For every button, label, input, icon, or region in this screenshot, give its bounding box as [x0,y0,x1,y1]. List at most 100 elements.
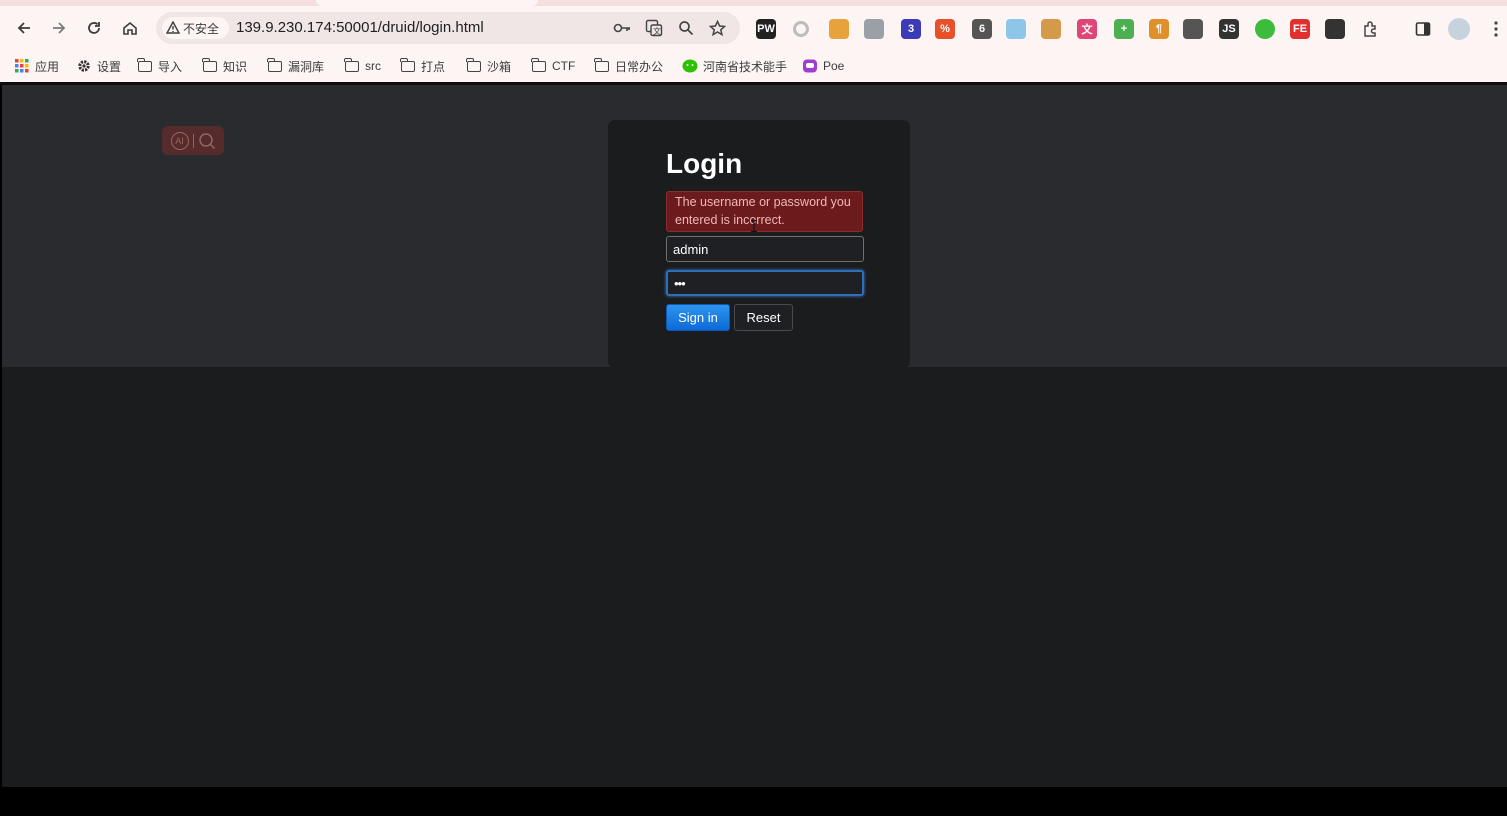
bookmark-label: CTF [552,59,576,73]
zoom-icon[interactable] [676,18,696,38]
pwdown-extension-icon[interactable]: PW [756,19,776,39]
back-button[interactable] [10,14,38,42]
bookmark-knowledge[interactable]: 知识 [202,57,247,75]
cookie-extension-icon[interactable] [1041,19,1061,39]
bookmark-label: 河南省技术能手 [703,59,788,74]
percent-extension-icon[interactable]: % [935,19,955,39]
js-extension-label: JS [1222,23,1236,35]
page-content: AI Login The username or password you en… [2,85,1507,787]
shield-3-extension-label: 3 [907,23,915,35]
cup-extension-icon[interactable] [1006,19,1026,39]
plus-green-extension-label: + [1120,23,1128,35]
gear-icon [76,59,92,73]
paragraph-extension-label: ¶ [1155,23,1163,35]
password-input[interactable]: ••• [666,270,864,296]
folder-icon [531,57,547,73]
pwdown-extension-label: PW [757,23,775,35]
poe-icon [802,59,818,73]
folder-icon [267,57,283,73]
search-icon[interactable] [198,132,216,150]
bookmark-src[interactable]: src [344,57,381,75]
bookmark-label: 打点 [421,59,446,74]
bookmark-label: Poe [823,59,845,73]
bookmark-vuln-lib[interactable]: 漏洞库 [267,57,324,75]
arrow-left-icon [17,22,30,34]
username-input[interactable]: admin [666,236,864,262]
reload-button[interactable] [80,14,108,42]
widget-separator [192,133,194,148]
login-title: Login [666,148,743,179]
translate-x-extension-icon[interactable]: 文 [1077,19,1097,39]
bookmark-ctf[interactable]: CTF [531,57,575,75]
ai-icon[interactable]: AI [170,131,189,150]
puzzle-orange-extension-icon[interactable] [829,19,849,39]
circle-extension-icon[interactable] [793,21,809,37]
error-alert: The username or password you entered is … [666,191,863,232]
percent-extension-label: % [940,23,950,35]
forward-button[interactable] [45,14,73,42]
more-menu-icon[interactable] [1486,19,1506,39]
url-text[interactable]: 139.9.230.174:50001/druid/login.html [236,19,484,36]
login-card: Login The username or password you enter… [608,120,910,368]
folder-icon [400,57,416,73]
wechat-icon [682,59,698,73]
bookmark-label: 导入 [158,59,183,74]
folder-icon [594,57,610,73]
bookmark-label: 知识 [223,59,248,74]
s6-extension-icon[interactable]: 6 [972,19,992,39]
bookmark-label: 沙箱 [487,59,512,74]
bookmark-poe[interactable]: Poe [802,57,844,75]
text-cursor-icon [751,219,757,235]
reload-icon [88,22,100,34]
bookmark-office[interactable]: 日常办公 [594,57,663,75]
warning-icon [166,21,180,34]
green-dot-extension-icon[interactable] [1255,19,1275,39]
bookmark-label: 日常办公 [615,59,664,74]
side-panel-icon[interactable] [1413,19,1433,39]
password-key-icon[interactable] [612,18,632,38]
folder-icon [344,57,360,73]
bookmark-punch[interactable]: 打点 [400,57,445,75]
bookmark-sandbox[interactable]: 沙箱 [466,57,511,75]
arrow-right-icon [53,22,66,34]
bookmark-label: 设置 [97,59,122,74]
bookmark-label: 应用 [35,59,60,74]
bookmark-apps[interactable]: 应用 [14,57,59,75]
bookmark-henan-assistant[interactable]: 河南省技术能手 [682,57,787,75]
address-bar[interactable]: 不安全 139.9.230.174:50001/druid/login.html… [156,12,740,44]
bookmark-import[interactable]: 导入 [137,57,182,75]
ufo-extension-icon[interactable] [1183,19,1203,39]
translate-x-extension-label: 文 [1081,24,1093,36]
extensions-puzzle-icon[interactable] [1361,19,1381,39]
bookmark-star-icon[interactable] [707,18,727,38]
reset-button[interactable]: Reset [734,304,793,331]
ai-search-widget[interactable]: AI [162,126,224,155]
security-label: 不安全 [183,21,220,36]
sign-in-button[interactable]: Sign in [666,304,730,331]
profile-avatar[interactable] [1448,18,1470,40]
bookmark-settings[interactable]: 设置 [76,57,121,75]
bookmark-label: src [365,59,381,73]
grid-icon [14,59,30,73]
browser-window: 不安全 139.9.230.174:50001/druid/login.html… [0,0,1507,816]
folder-icon [202,57,218,73]
link-extension-icon[interactable] [864,19,884,39]
svg-text:文: 文 [653,26,661,36]
plus-green-extension-icon[interactable]: + [1114,19,1134,39]
bottom-strip [0,787,1507,816]
browser-toolbar: 不安全 139.9.230.174:50001/druid/login.html… [0,6,1507,50]
home-button[interactable] [116,14,144,42]
folder-icon [466,57,482,73]
folder-icon [137,57,153,73]
bookmarks-bar: 应用 设置 导入 知识 漏洞库 src 打点 沙箱 CTF 日常办公 河南省技术能手 Poe [0,50,1507,82]
translate-icon[interactable]: 文 [644,18,664,38]
bookmark-label: 漏洞库 [288,59,325,74]
security-chip[interactable]: 不安全 [162,17,230,39]
js-extension-icon[interactable]: JS [1219,19,1239,39]
fe-extension-label: FE [1292,23,1308,35]
paragraph-extension-icon[interactable]: ¶ [1149,19,1169,39]
fe-extension-icon[interactable]: FE [1290,19,1310,39]
shield-3-extension-icon[interactable]: 3 [901,19,921,39]
home-icon [123,21,137,35]
spy-extension-icon[interactable] [1325,19,1345,39]
